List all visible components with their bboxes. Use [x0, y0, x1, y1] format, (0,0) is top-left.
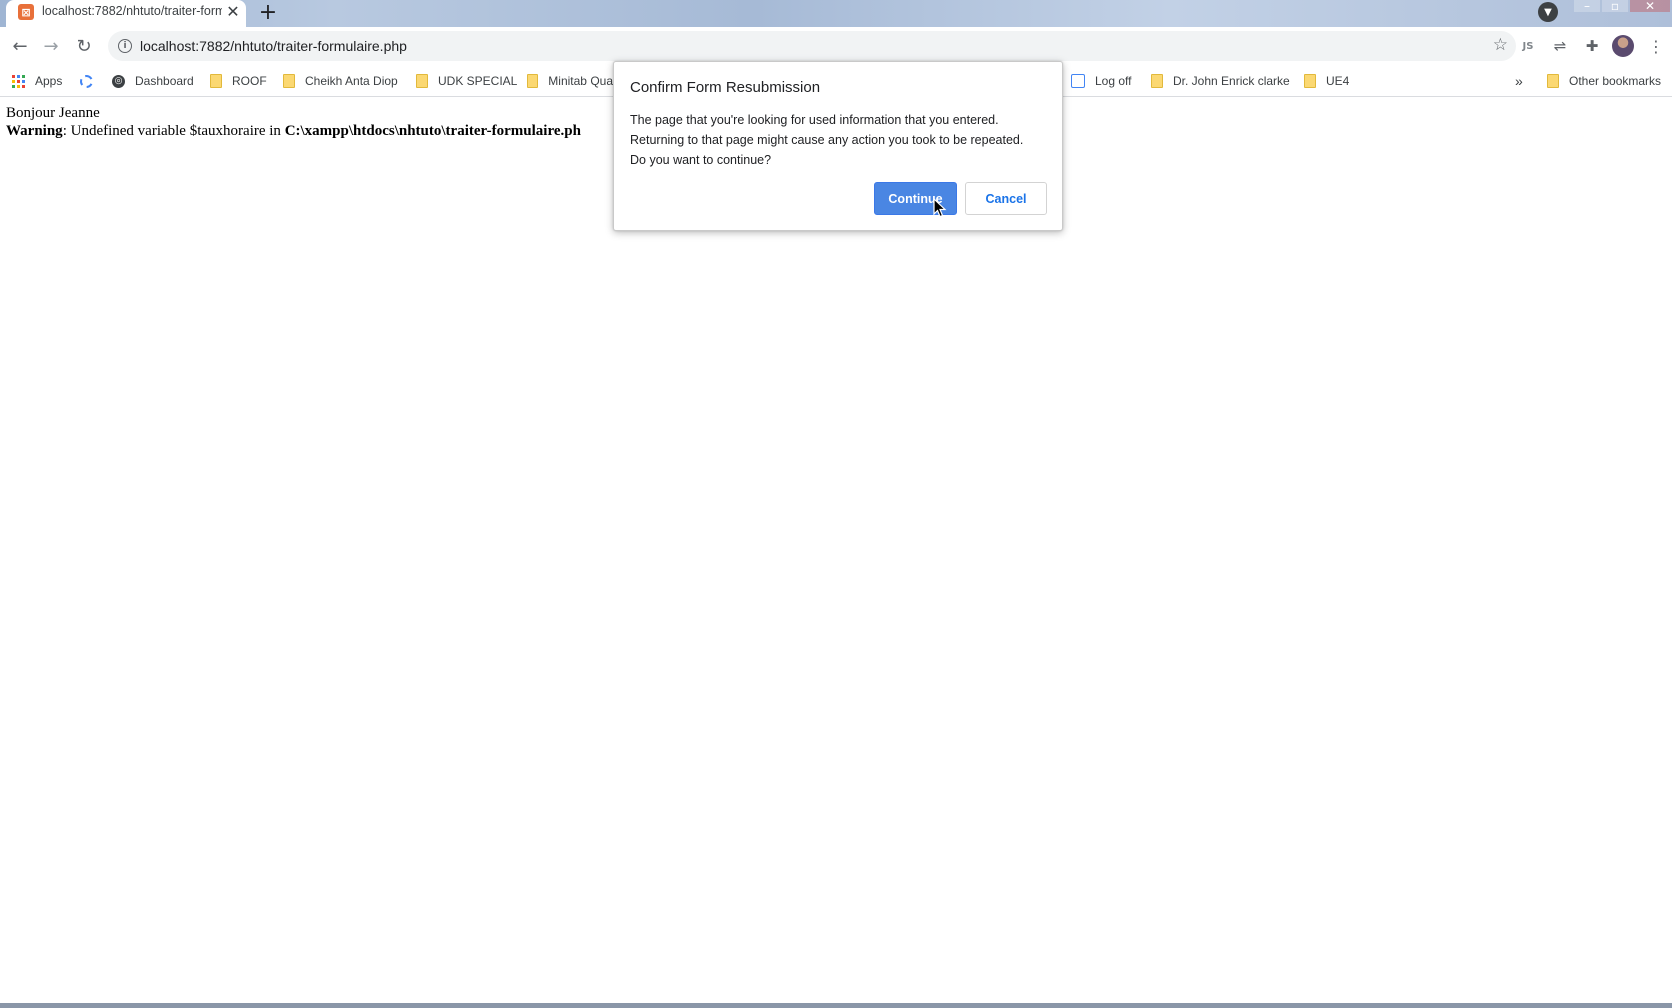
bookmark-loading[interactable]: [80, 72, 103, 90]
bookmark-label: Dashboard: [135, 74, 194, 88]
forward-arrow-icon[interactable]: →: [40, 35, 62, 57]
bookmark-dashboard[interactable]: ◎ Dashboard: [112, 72, 194, 90]
folder-icon: [1304, 74, 1316, 88]
bookmark-label: Minitab Qua: [548, 74, 613, 88]
extension-icon[interactable]: ⇌: [1549, 35, 1571, 57]
star-icon[interactable]: ☆: [1493, 35, 1508, 55]
bookmark-roof[interactable]: ROOF: [210, 72, 267, 90]
avatar[interactable]: [1612, 35, 1634, 57]
checkbox-icon: [1071, 74, 1085, 88]
folder-icon: [527, 74, 539, 88]
tab-search-icon[interactable]: ▼: [1538, 2, 1558, 22]
bookmark-label: Apps: [35, 74, 63, 88]
confirm-resubmission-dialog: Confirm Form Resubmission The page that …: [613, 61, 1063, 231]
extension-js-icon[interactable]: JS: [1517, 35, 1539, 57]
bookmark-dr-john-enrick-clarke[interactable]: Dr. John Enrick clarke: [1151, 72, 1290, 90]
bookmark-label: ROOF: [232, 74, 267, 88]
bookmark-ue4[interactable]: UE4: [1304, 72, 1349, 90]
dialog-line: Do you want to continue?: [630, 153, 772, 167]
tab-active[interactable]: ⊠ localhost:7882/nhtuto/traiter-formulai…: [6, 0, 246, 27]
bookmark-label: Other bookmarks: [1569, 74, 1662, 88]
taskbar-edge: [0, 1003, 1672, 1008]
dialog-title: Confirm Form Resubmission: [630, 79, 821, 96]
close-window-icon[interactable]: ✕: [1630, 0, 1670, 13]
back-arrow-icon[interactable]: ←: [9, 35, 31, 57]
folder-icon: [1151, 74, 1163, 88]
bookmark-label: UE4: [1326, 74, 1350, 88]
loading-icon: [80, 74, 93, 88]
bookmark-log-off[interactable]: Log off: [1071, 72, 1131, 90]
greeting-text: Bonjour Jeanne: [6, 105, 100, 121]
puzzle-icon[interactable]: ✚: [1581, 35, 1603, 57]
minimize-icon[interactable]: –: [1574, 0, 1600, 13]
maximize-icon[interactable]: ▫: [1602, 0, 1628, 13]
cancel-button[interactable]: Cancel: [965, 182, 1047, 215]
bookmark-cheikh-anta-diop[interactable]: Cheikh Anta Diop: [283, 72, 398, 90]
apps-grid-icon: [12, 74, 25, 88]
bookmark-label: Log off: [1095, 74, 1132, 88]
xampp-icon: ⊠: [18, 4, 34, 20]
bookmark-label: Dr. John Enrick clarke: [1173, 74, 1290, 88]
bookmark-label: Cheikh Anta Diop: [305, 74, 398, 88]
page-content: Bonjour Jeanne Warning: Undefined variab…: [0, 98, 1672, 1003]
warning-text: : Undefined variable $tauxhoraire in: [62, 123, 285, 139]
new-tab-button[interactable]: +: [256, 0, 280, 25]
url-text[interactable]: localhost:7882/nhtuto/traiter-formulaire…: [140, 38, 407, 54]
folder-icon: [210, 74, 222, 88]
dialog-message: The page that you're looking for used in…: [630, 110, 1050, 170]
folder-icon: [1547, 74, 1559, 88]
tab-strip: ⊠ localhost:7882/nhtuto/traiter-formulai…: [0, 0, 1672, 27]
toolbar: ← → ↻ i localhost:7882/nhtuto/traiter-fo…: [0, 27, 1672, 65]
bookmark-apps[interactable]: Apps: [12, 72, 62, 90]
dialog-line: The page that you're looking for used in…: [630, 113, 999, 127]
bookmark-label: UDK SPECIAL: [438, 74, 518, 88]
reload-icon[interactable]: ↻: [73, 35, 95, 57]
address-bar[interactable]: i localhost:7882/nhtuto/traiter-formulai…: [108, 31, 1516, 61]
bookmark-udk-special[interactable]: UDK SPECIAL: [416, 72, 517, 90]
dialog-line: Returning to that page might cause any a…: [630, 133, 1024, 147]
bookmarks-overflow-button[interactable]: »: [1515, 72, 1523, 90]
bookmark-other-bookmarks[interactable]: Other bookmarks: [1547, 72, 1661, 90]
warning-label: Warning: [6, 123, 63, 139]
info-icon[interactable]: i: [118, 39, 132, 53]
folder-icon: [283, 74, 295, 88]
php-warning: Warning: Undefined variable $tauxhoraire…: [6, 123, 581, 140]
menu-icon[interactable]: ⋮: [1645, 35, 1667, 57]
close-tab-icon[interactable]: ✕: [224, 2, 242, 21]
mouse-cursor-icon: [933, 198, 947, 218]
warning-path: C:\xampp\htdocs\nhtuto\traiter-formulair…: [284, 123, 581, 139]
bookmark-minitab[interactable]: Minitab Qua: [527, 72, 613, 90]
folder-icon: [416, 74, 428, 88]
tab-title: localhost:7882/nhtuto/traiter-formulaire…: [42, 4, 222, 18]
globe-icon: ◎: [112, 74, 125, 88]
